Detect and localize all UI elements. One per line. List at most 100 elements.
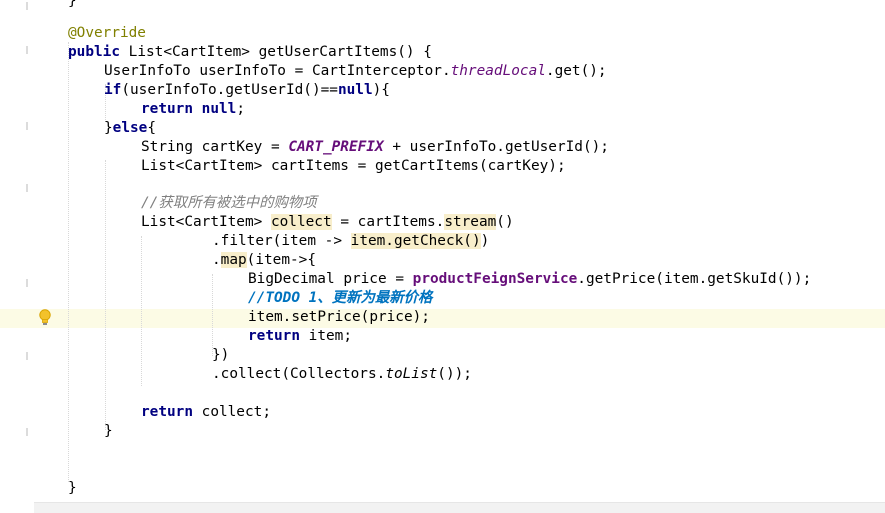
code-token: (): [397, 44, 415, 60]
fold-marker[interactable]: [26, 122, 28, 130]
static-field-token: threadLocal: [450, 63, 546, 79]
code-token: >: [253, 214, 263, 230]
code-token: ;: [236, 101, 245, 117]
code-line[interactable]: }: [68, 479, 77, 498]
code-line[interactable]: public List<CartItem> getUserCartItems()…: [68, 43, 432, 62]
code-token: item: [308, 328, 344, 344]
code-token: (: [360, 309, 370, 325]
code-line[interactable]: String cartKey = CART_PREFIX + userInfoT…: [141, 138, 609, 157]
indent-guide: [105, 160, 106, 430]
code-token: CartItem: [171, 44, 242, 60]
code-token: <: [163, 44, 172, 60]
code-token: List: [141, 214, 176, 230]
code-line[interactable]: @Override: [68, 24, 146, 43]
code-line[interactable]: .map(item->{: [212, 251, 316, 270]
code-line[interactable]: }else{: [104, 119, 156, 138]
code-line[interactable]: .collect(Collectors.toList());: [212, 365, 472, 384]
horizontal-scrollbar[interactable]: [34, 502, 885, 513]
code-line[interactable]: //TODO 1、更新为最新价格: [248, 289, 432, 308]
code-token: price: [369, 309, 413, 325]
keyword-token: public: [68, 44, 120, 60]
code-token: CartItem: [184, 158, 254, 174]
code-token: item: [281, 233, 316, 249]
code-token: .: [577, 271, 586, 287]
indent-guide: [68, 42, 69, 482]
code-token: .: [216, 82, 226, 98]
code-token: (: [121, 82, 130, 98]
code-token: >: [253, 158, 263, 174]
fold-marker[interactable]: [26, 2, 28, 10]
fold-marker[interactable]: [26, 279, 28, 287]
code-token: item: [663, 271, 699, 287]
code-token: cartKey: [487, 158, 549, 174]
code-token: (): [496, 214, 514, 230]
code-token: =: [395, 271, 404, 287]
code-line[interactable]: item.setPrice(price);: [248, 308, 430, 327]
fold-marker[interactable]: [26, 184, 28, 192]
code-token: .: [435, 214, 445, 230]
code-line[interactable]: UserInfoTo userInfoTo = CartInterceptor.…: [104, 62, 607, 81]
indent-guide: [141, 236, 142, 386]
code-line[interactable]: //获取所有被选中的购物项: [141, 194, 317, 213]
code-token: String: [141, 139, 193, 155]
fold-marker[interactable]: [26, 46, 28, 54]
code-line[interactable]: }: [104, 422, 113, 441]
usage-highlight: item.getCheck(): [350, 233, 481, 249]
fold-marker[interactable]: [26, 352, 28, 360]
code-line[interactable]: List<CartItem> cartItems = getCartItems(…: [141, 157, 566, 176]
code-token: item: [248, 309, 283, 325]
code-token: .: [545, 63, 555, 79]
code-token: >: [241, 44, 250, 60]
code-editor[interactable]: } @Override public List<CartItem> getUse…: [0, 0, 885, 513]
code-token: }: [104, 120, 113, 136]
code-token: getUserId: [225, 82, 304, 98]
code-token: .: [376, 366, 386, 382]
code-token: CartInterceptor: [311, 63, 442, 79]
code-line[interactable]: return item;: [248, 327, 352, 346]
code-token: ): [480, 233, 490, 249]
code-token: filter: [220, 233, 273, 249]
code-token: ;: [262, 404, 271, 420]
constant-token: CART_PREFIX: [288, 139, 384, 155]
code-line[interactable]: .filter(item -> item.getCheck()): [212, 232, 489, 251]
lightbulb-icon[interactable]: [38, 308, 52, 328]
code-line[interactable]: List<CartItem> collect = cartItems.strea…: [141, 213, 514, 232]
keyword-token: if: [104, 82, 122, 98]
code-line[interactable]: BigDecimal price = productFeignService.g…: [248, 270, 811, 289]
code-token: getSkuId: [707, 271, 777, 287]
code-token: BigDecimal: [248, 271, 335, 287]
fold-marker[interactable]: [26, 428, 28, 436]
static-method-token: toList: [385, 366, 438, 382]
code-line[interactable]: if(userInfoTo.getUserId()==null){: [104, 81, 390, 100]
code-token: }: [68, 480, 77, 496]
code-line[interactable]: return null;: [141, 100, 245, 119]
code-line[interactable]: }): [212, 346, 229, 365]
code-token: (: [281, 366, 290, 382]
code-token: }: [104, 423, 113, 439]
keyword-token: else: [112, 120, 148, 136]
code-token: setPrice: [291, 309, 361, 325]
code-line[interactable]: }: [68, 0, 77, 11]
keyword-token: return: [141, 101, 193, 117]
code-token: List: [141, 158, 176, 174]
code-token: getPrice: [585, 271, 656, 287]
code-line[interactable]: return collect;: [141, 403, 271, 422]
usage-highlight: collect: [270, 214, 332, 230]
code-token: .: [496, 139, 505, 155]
code-token: {: [147, 120, 156, 136]
